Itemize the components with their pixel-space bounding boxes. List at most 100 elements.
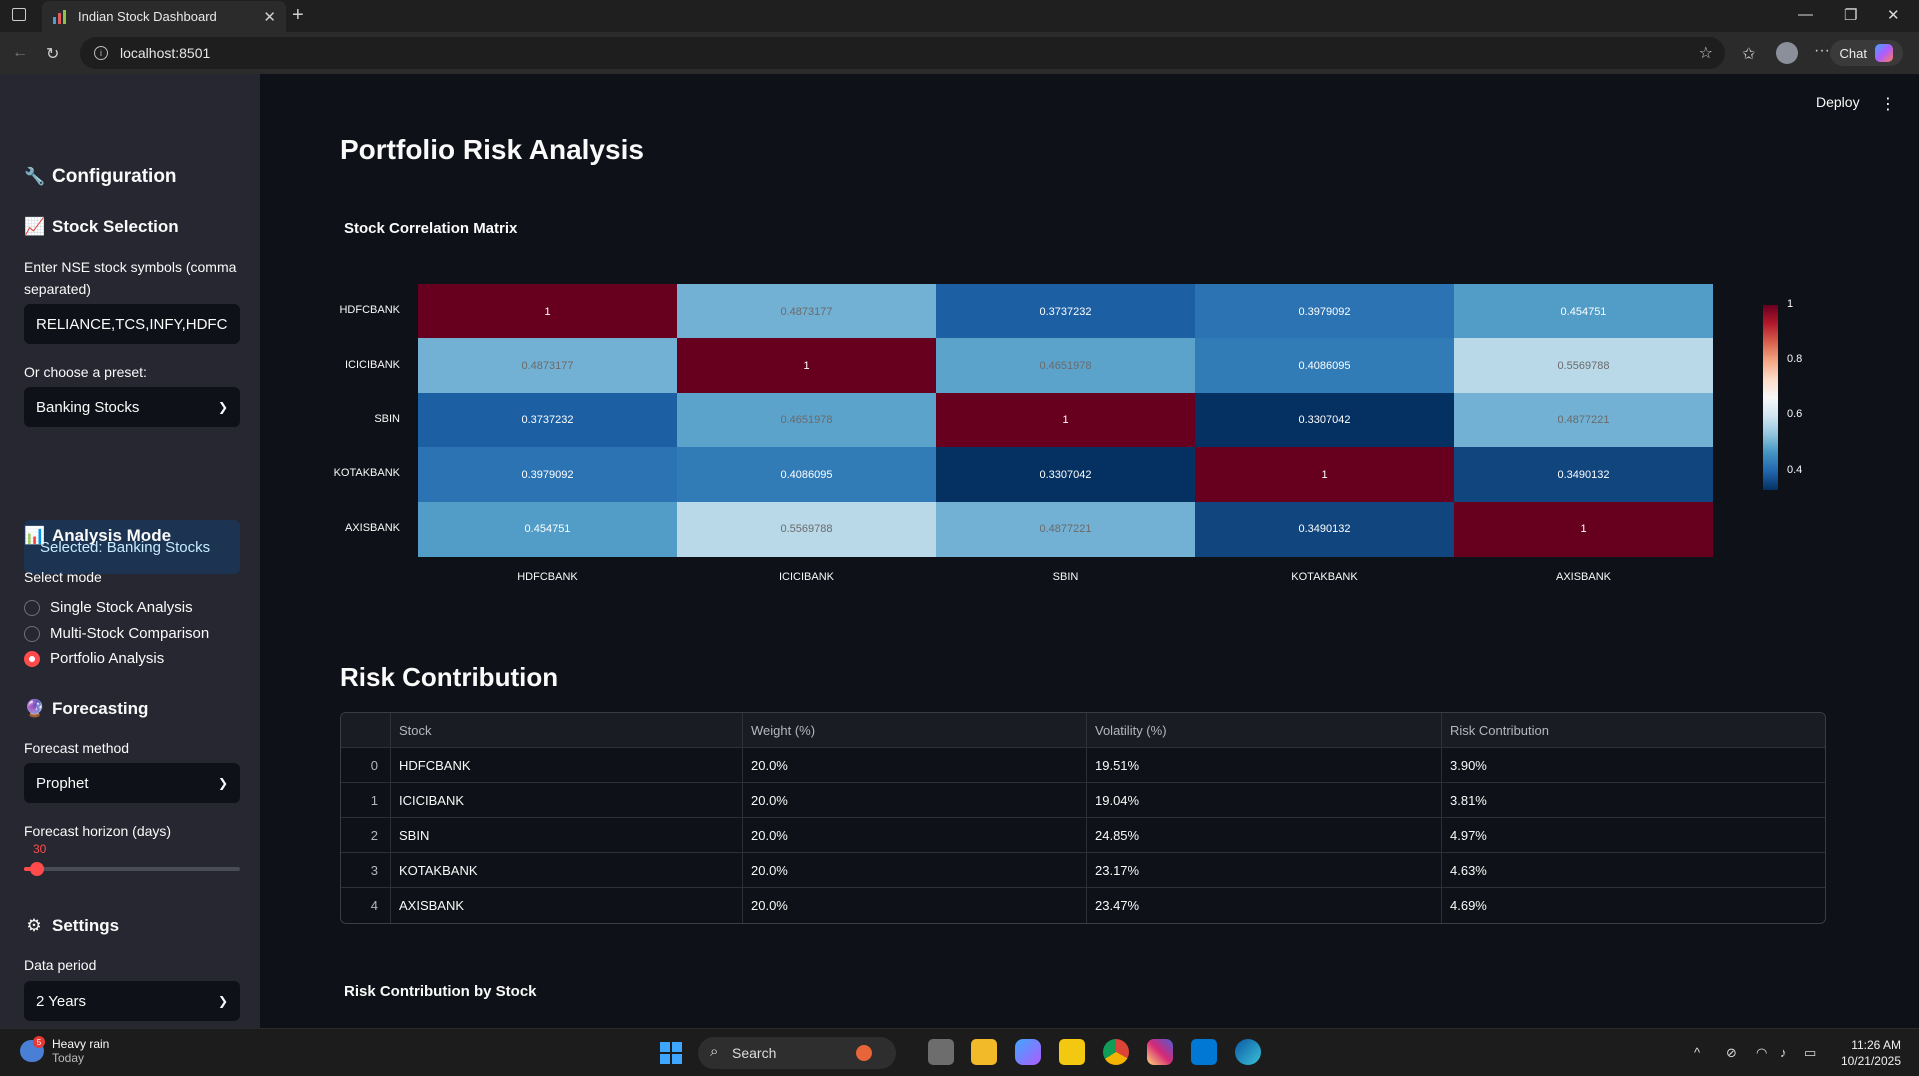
table-row[interactable]: 4 AXISBANK 20.0% 23.47% 4.69% (341, 888, 1825, 923)
table-row[interactable]: 1 ICICIBANK 20.0% 19.04% 3.81% (341, 783, 1825, 818)
radio-button[interactable] (24, 599, 40, 616)
heatmap-cell[interactable]: 0.4086095 (677, 447, 936, 503)
main-menu-icon[interactable]: ⋮ (1880, 94, 1896, 114)
correlation-heatmap: 1 0.4873177 0.3737232 0.3979092 0.454751 0.48… (418, 284, 1713, 557)
heatmap-cell[interactable]: 0.4877221 (936, 501, 1195, 557)
weather-widget[interactable]: 5 Heavy rain Today (20, 1036, 109, 1065)
radio-multi-stock[interactable]: Multi-Stock Comparison (24, 625, 209, 642)
heatmap-cell[interactable]: 0.4651978 (936, 338, 1195, 394)
data-period-label: Data period (24, 957, 97, 973)
preset-select[interactable]: Banking Stocks ❯ (24, 387, 240, 427)
wifi-icon[interactable]: ◠ (1756, 1045, 1767, 1061)
heatmap-cell[interactable]: 1 (418, 284, 677, 339)
heatmap-cell[interactable]: 0.4877221 (1454, 392, 1713, 448)
tab-actions-icon[interactable] (12, 8, 26, 21)
table-row[interactable]: 2 SBIN 20.0% 24.85% 4.97% (341, 818, 1825, 853)
heatmap-cell[interactable]: 0.454751 (418, 501, 677, 557)
heatmap-cell[interactable]: 0.3979092 (1195, 284, 1454, 339)
more-menu-icon[interactable]: ··· (1814, 42, 1830, 60)
restore-icon[interactable]: ❐ (1844, 6, 1857, 24)
heatmap-cell[interactable]: 1 (936, 392, 1195, 448)
weight-cell: 20.0% (743, 783, 1087, 818)
heatmap-cell[interactable]: 0.3979092 (418, 447, 677, 503)
deploy-button[interactable]: Deploy (1816, 94, 1860, 110)
column-header[interactable]: Volatility (%) (1087, 713, 1442, 748)
heatmap-cell[interactable]: 0.3737232 (936, 284, 1195, 339)
volume-icon[interactable]: ♪ (1780, 1045, 1787, 1060)
tab-title: Indian Stock Dashboard (78, 9, 217, 24)
table-row[interactable]: 3 KOTAKBANK 20.0% 23.17% 4.63% (341, 853, 1825, 888)
risk-table[interactable]: Stock Weight (%) Volatility (%) Risk Con… (340, 712, 1826, 924)
taskbar-search[interactable]: ⌕ Search (698, 1037, 896, 1069)
symbols-input[interactable]: RELIANCE,TCS,INFY,HDFC (24, 304, 240, 344)
stock-selection-heading: 📈 Stock Selection (24, 217, 179, 237)
browser-tab[interactable]: Indian Stock Dashboard ✕ (42, 1, 286, 32)
column-header[interactable]: Weight (%) (743, 713, 1087, 748)
radio-single-stock[interactable]: Single Stock Analysis (24, 599, 193, 616)
horizon-slider[interactable] (24, 862, 240, 876)
instagram-icon[interactable] (1147, 1039, 1173, 1065)
forecast-method-select[interactable]: Prophet ❯ (24, 763, 240, 803)
correlation-chart-title: Stock Correlation Matrix (344, 220, 518, 237)
heatmap-cell[interactable]: 0.3490132 (1454, 447, 1713, 503)
taskbar-clock[interactable]: 11:26 AM 10/21/2025 (1841, 1037, 1901, 1069)
file-explorer-icon[interactable] (971, 1039, 997, 1065)
heatmap-cell[interactable]: 1 (677, 338, 936, 394)
heatmap-cell[interactable]: 0.4873177 (677, 284, 936, 339)
chat-button[interactable]: Chat (1829, 40, 1903, 66)
table-header-row: Stock Weight (%) Volatility (%) Risk Con… (341, 713, 1825, 748)
network-off-icon[interactable]: ⊘ (1726, 1045, 1737, 1061)
forecast-method-label: Forecast method (24, 740, 130, 756)
forecasting-heading: 🔮 Forecasting (24, 699, 148, 719)
favorites-icon[interactable]: ✩ (1742, 44, 1755, 64)
heatmap-cell[interactable]: 0.3307042 (936, 447, 1195, 503)
radio-button-selected[interactable] (24, 650, 40, 667)
windows-start-icon[interactable] (660, 1042, 682, 1064)
dashboard-favicon-icon (52, 9, 68, 25)
favorite-star-icon[interactable]: ☆ (1699, 43, 1713, 63)
profile-avatar[interactable] (1776, 42, 1798, 64)
heatmap-cell[interactable]: 1 (1195, 447, 1454, 503)
heatmap-cell[interactable]: 0.5569788 (1454, 338, 1713, 394)
minimize-icon[interactable]: — (1798, 6, 1813, 23)
close-window-icon[interactable]: ✕ (1887, 6, 1900, 24)
column-header[interactable]: Stock (391, 713, 743, 748)
reload-icon[interactable]: ↻ (46, 44, 59, 64)
tray-chevron-icon[interactable]: ^ (1694, 1045, 1700, 1060)
chrome-icon[interactable] (1103, 1039, 1129, 1065)
site-info-icon[interactable]: i (94, 46, 108, 60)
data-period-select[interactable]: 2 Years ❯ (24, 981, 240, 1021)
power-bi-icon[interactable] (1059, 1039, 1085, 1065)
column-header[interactable]: Risk Contribution (1442, 713, 1825, 748)
y-tick-label: HDFCBANK (339, 304, 400, 317)
heatmap-cell[interactable]: 0.4651978 (677, 392, 936, 448)
task-view-icon[interactable] (928, 1039, 954, 1065)
edge-icon[interactable] (1235, 1039, 1261, 1065)
heatmap-cell[interactable]: 1 (1454, 501, 1713, 557)
heatmap-cell[interactable]: 0.454751 (1454, 284, 1713, 339)
back-icon[interactable]: ← (12, 44, 28, 62)
slider-thumb[interactable] (29, 862, 44, 876)
radio-button[interactable] (24, 625, 40, 642)
address-bar[interactable]: i localhost:8501 ☆ (80, 37, 1725, 69)
heatmap-cell[interactable]: 0.3307042 (1195, 392, 1454, 448)
close-tab-icon[interactable]: ✕ (263, 8, 276, 26)
battery-icon[interactable]: ▭ (1804, 1045, 1816, 1061)
heatmap-cell[interactable]: 0.5569788 (677, 501, 936, 557)
vscode-icon[interactable] (1191, 1039, 1217, 1065)
table-row[interactable]: 0 HDFCBANK 20.0% 19.51% 3.90% (341, 748, 1825, 783)
chat-label: Chat (1839, 45, 1867, 61)
gear-icon: ⚙ (26, 916, 42, 935)
search-highlight-icon (856, 1045, 872, 1061)
chevron-down-icon: ❯ (217, 776, 228, 790)
heatmap-cell[interactable]: 0.3737232 (418, 392, 677, 448)
new-tab-icon[interactable]: + (292, 4, 304, 27)
heatmap-cell[interactable]: 0.4873177 (418, 338, 677, 394)
heatmap-cell[interactable]: 0.3490132 (1195, 501, 1454, 557)
stock-selection-title: Stock Selection (52, 217, 179, 236)
y-tick-label: KOTAKBANK (333, 467, 400, 480)
copilot-app-icon[interactable] (1015, 1039, 1041, 1065)
heatmap-cell[interactable]: 0.4086095 (1195, 338, 1454, 394)
stock-cell: KOTAKBANK (391, 853, 743, 888)
radio-portfolio[interactable]: Portfolio Analysis (24, 650, 164, 667)
